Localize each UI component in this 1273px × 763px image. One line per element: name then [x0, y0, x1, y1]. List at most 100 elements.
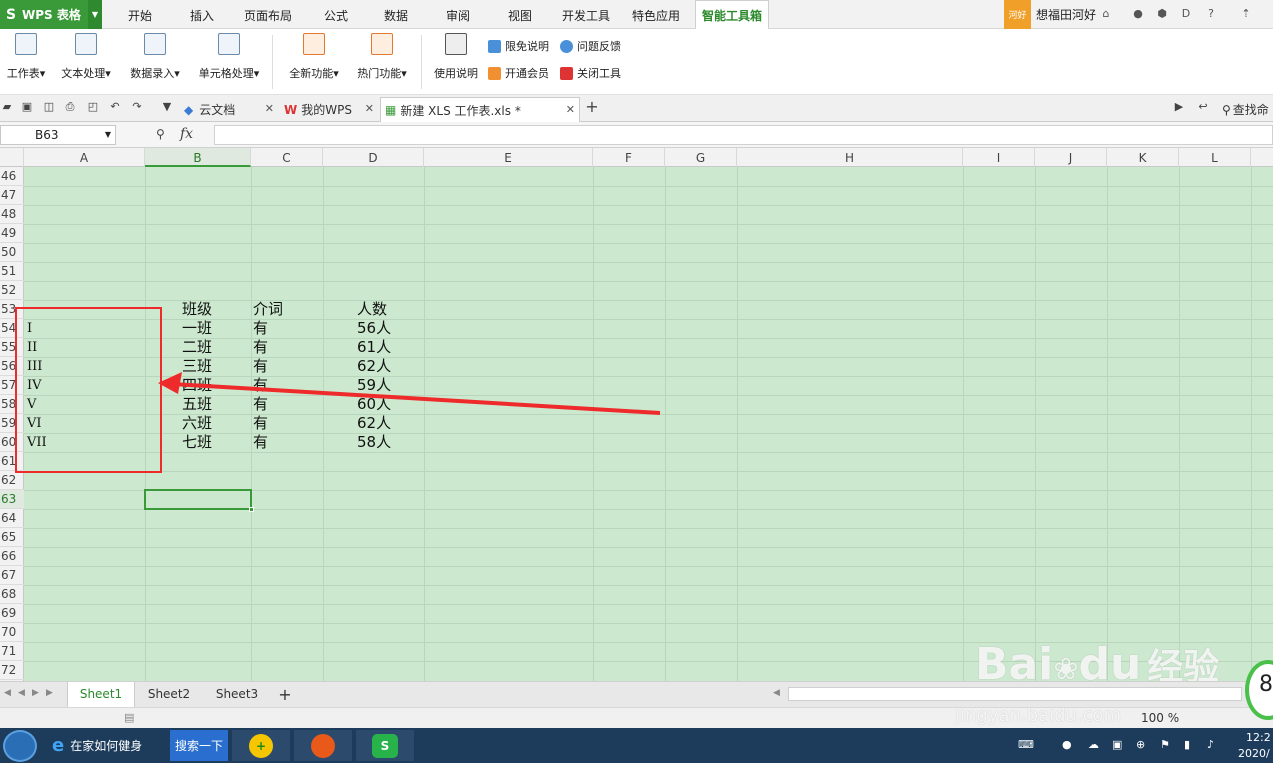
- tray-flag-icon[interactable]: ⚑: [1160, 738, 1170, 751]
- chevron-down-icon[interactable]: ▼: [88, 0, 102, 29]
- redo-icon[interactable]: ↷: [130, 100, 144, 114]
- membership-button[interactable]: 开通会员: [488, 65, 549, 81]
- free-note-button[interactable]: 限免说明: [488, 38, 549, 54]
- cell-d53[interactable]: 人数: [357, 300, 387, 319]
- sheet-tab-3[interactable]: Sheet3: [204, 682, 270, 707]
- taskbar-wps[interactable]: S: [356, 730, 414, 761]
- tab-formula[interactable]: 公式: [314, 0, 358, 29]
- row-header[interactable]: 62: [0, 471, 24, 490]
- wechat-icon[interactable]: ●: [1062, 738, 1072, 751]
- row-header[interactable]: 47: [0, 186, 24, 205]
- horizontal-scrollbar[interactable]: [788, 687, 1242, 701]
- column-header-b[interactable]: B: [145, 148, 251, 167]
- tab-insert[interactable]: 插入: [180, 0, 224, 29]
- tab-data[interactable]: 数据: [374, 0, 418, 29]
- chevron-down-icon[interactable]: ▼: [105, 126, 111, 144]
- row-header[interactable]: 49: [0, 224, 24, 243]
- column-header-f[interactable]: F: [593, 148, 665, 167]
- avatar[interactable]: 河好: [1004, 0, 1031, 29]
- print-preview-icon[interactable]: ◰: [86, 100, 100, 114]
- close-tool-button[interactable]: 关闭工具: [560, 65, 621, 81]
- row-header[interactable]: 51: [0, 262, 24, 281]
- add-tab-icon[interactable]: +: [585, 99, 599, 115]
- zoom-icon[interactable]: ⚲: [156, 127, 165, 141]
- present-icon[interactable]: ▶: [1172, 100, 1186, 114]
- user-name[interactable]: 想福田河好: [1036, 6, 1096, 23]
- taskbar-ie[interactable]: e 在家如何健身: [46, 730, 170, 761]
- save-icon[interactable]: ▣: [20, 100, 34, 114]
- row-header[interactable]: 46: [0, 167, 24, 186]
- row-header[interactable]: 67: [0, 566, 24, 585]
- new-features-button[interactable]: 全新功能▾: [283, 33, 345, 81]
- skin-icon[interactable]: ⌂: [1098, 6, 1114, 22]
- doc-tab-my-wps[interactable]: W 我的WPS ✕: [280, 97, 378, 122]
- row-header-selected[interactable]: 63: [0, 490, 24, 509]
- cell-c55[interactable]: 有: [253, 338, 268, 357]
- open-folder-icon[interactable]: ▰: [0, 100, 14, 114]
- tab-features[interactable]: 特色应用: [626, 0, 686, 29]
- column-header-e[interactable]: E: [424, 148, 593, 167]
- tab-smart-toolbox[interactable]: 智能工具箱: [695, 0, 769, 29]
- tab-home[interactable]: 开始: [118, 0, 162, 29]
- row-header[interactable]: 52: [0, 281, 24, 300]
- row-header[interactable]: 65: [0, 528, 24, 547]
- sync-icon[interactable]: D: [1178, 6, 1194, 22]
- cell-b60[interactable]: 七班: [182, 433, 212, 452]
- search-command[interactable]: ⚲ 查找命: [1222, 97, 1273, 122]
- fill-handle[interactable]: [249, 507, 254, 512]
- select-all-corner[interactable]: [0, 148, 24, 167]
- cell-d55[interactable]: 61人: [357, 338, 391, 357]
- shield-icon[interactable]: ●: [1130, 6, 1146, 22]
- last-sheet-icon[interactable]: ▶: [46, 688, 53, 698]
- reply-icon[interactable]: ↩: [1196, 100, 1210, 114]
- undo-icon[interactable]: ↶: [108, 100, 122, 114]
- taskbar-app-1[interactable]: +: [232, 730, 290, 761]
- column-header-k[interactable]: K: [1107, 148, 1179, 167]
- tab-developer[interactable]: 开发工具: [556, 0, 616, 29]
- clock-date[interactable]: 2020/: [1238, 747, 1270, 760]
- row-header[interactable]: 64: [0, 509, 24, 528]
- prev-sheet-icon[interactable]: ◀: [18, 688, 25, 698]
- doc-tab-cloud[interactable]: ◆ 云文档 ✕: [180, 97, 278, 122]
- row-header[interactable]: 68: [0, 585, 24, 604]
- clock-time[interactable]: 12:2: [1246, 731, 1271, 744]
- spreadsheet-grid[interactable]: A B C D E F G H I J K L 46 47 48 49 50 5…: [0, 148, 1273, 681]
- hot-features-button[interactable]: 热门功能▾: [351, 33, 413, 81]
- app-menu-button[interactable]: S WPS 表格 ▼: [0, 0, 102, 29]
- user-area[interactable]: 河好 想福田河好: [1004, 0, 1096, 29]
- column-header-h[interactable]: H: [737, 148, 963, 167]
- network-icon[interactable]: ▮: [1184, 738, 1190, 751]
- settings-icon[interactable]: ⬢: [1154, 6, 1170, 22]
- row-header[interactable]: 66: [0, 547, 24, 566]
- column-header-d[interactable]: D: [323, 148, 424, 167]
- row-header[interactable]: 72: [0, 661, 24, 680]
- cell-b54[interactable]: 一班: [182, 319, 212, 338]
- column-header-i[interactable]: I: [963, 148, 1035, 167]
- formula-input[interactable]: [214, 125, 1273, 145]
- taskbar-firefox[interactable]: [294, 730, 352, 761]
- tab-view[interactable]: 视图: [498, 0, 542, 29]
- feedback-button[interactable]: 问题反馈: [560, 38, 621, 54]
- add-sheet-icon[interactable]: +: [272, 682, 298, 707]
- chevron-down-icon[interactable]: ▼: [160, 100, 174, 114]
- cell-c60[interactable]: 有: [253, 433, 268, 452]
- row-header[interactable]: 48: [0, 205, 24, 224]
- tray-app-icon[interactable]: ▣: [1112, 738, 1122, 751]
- worksheet-button[interactable]: 工作表▾: [2, 33, 50, 81]
- sheet-tab-2[interactable]: Sheet2: [136, 682, 202, 707]
- print-icon[interactable]: ⎙: [63, 100, 77, 114]
- tab-page-layout[interactable]: 页面布局: [238, 0, 298, 29]
- cell-d54[interactable]: 56人: [357, 319, 391, 338]
- cell-processing-button[interactable]: 单元格处理▾: [192, 33, 266, 81]
- taskbar-search-button[interactable]: 搜索一下: [170, 730, 228, 761]
- cell-b53[interactable]: 班级: [182, 300, 212, 319]
- doc-tab-workbook[interactable]: ▦ 新建 XLS 工作表.xls * ✕: [380, 97, 580, 122]
- fx-icon[interactable]: fx: [180, 126, 193, 142]
- cell-c53[interactable]: 介词: [253, 300, 283, 319]
- column-header-a[interactable]: A: [24, 148, 145, 167]
- export-pdf-icon[interactable]: ◫: [42, 100, 56, 114]
- column-header-g[interactable]: G: [665, 148, 737, 167]
- volume-icon[interactable]: ♪: [1207, 738, 1214, 751]
- close-icon[interactable]: ✕: [265, 102, 274, 115]
- cell-b55[interactable]: 二班: [182, 338, 212, 357]
